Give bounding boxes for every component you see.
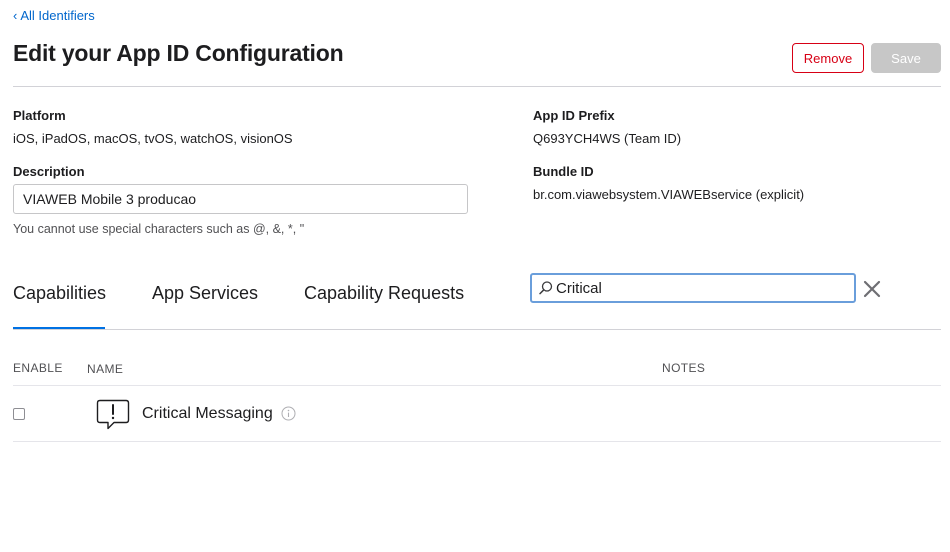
info-icon[interactable] bbox=[281, 406, 296, 421]
description-hint: You cannot use special characters such a… bbox=[13, 222, 305, 236]
column-header-name: NAME bbox=[87, 362, 124, 376]
description-input[interactable] bbox=[13, 184, 468, 214]
enable-checkbox[interactable] bbox=[13, 408, 25, 420]
tab-app-services[interactable]: App Services bbox=[152, 283, 258, 304]
search-icon bbox=[539, 281, 553, 295]
search-field[interactable] bbox=[530, 273, 856, 303]
back-link-label: All Identifiers bbox=[20, 8, 95, 23]
table-header-divider bbox=[13, 385, 941, 386]
remove-button[interactable]: Remove bbox=[792, 43, 864, 73]
header-divider bbox=[13, 86, 941, 87]
bundle-id-value: br.com.viawebsystem.VIAWEBservice (expli… bbox=[533, 187, 805, 202]
search-input[interactable] bbox=[556, 279, 846, 297]
page-title: Edit your App ID Configuration bbox=[13, 40, 344, 66]
column-header-enable: ENABLE bbox=[13, 361, 63, 375]
capability-name: Critical Messaging bbox=[142, 405, 273, 422]
clear-search-icon[interactable] bbox=[862, 279, 882, 299]
all-identifiers-link[interactable]: ‹ All Identifiers bbox=[13, 8, 95, 23]
platform-label: Platform bbox=[13, 108, 66, 123]
app-id-prefix-label: App ID Prefix bbox=[533, 108, 615, 123]
column-header-notes: NOTES bbox=[662, 361, 706, 375]
tab-capability-requests[interactable]: Capability Requests bbox=[304, 283, 464, 304]
app-id-prefix-value: Q693YCH4WS (Team ID) bbox=[533, 131, 682, 146]
description-label: Description bbox=[13, 164, 85, 179]
chevron-left-icon: ‹ bbox=[13, 8, 18, 23]
tabs-divider bbox=[13, 329, 941, 330]
tab-capabilities[interactable]: Capabilities bbox=[13, 283, 106, 304]
table-row-divider bbox=[13, 441, 941, 442]
save-button[interactable]: Save bbox=[871, 43, 941, 73]
critical-message-icon bbox=[96, 399, 130, 430]
platform-value: iOS, iPadOS, macOS, tvOS, watchOS, visio… bbox=[13, 131, 293, 146]
bundle-id-label: Bundle ID bbox=[533, 164, 594, 179]
